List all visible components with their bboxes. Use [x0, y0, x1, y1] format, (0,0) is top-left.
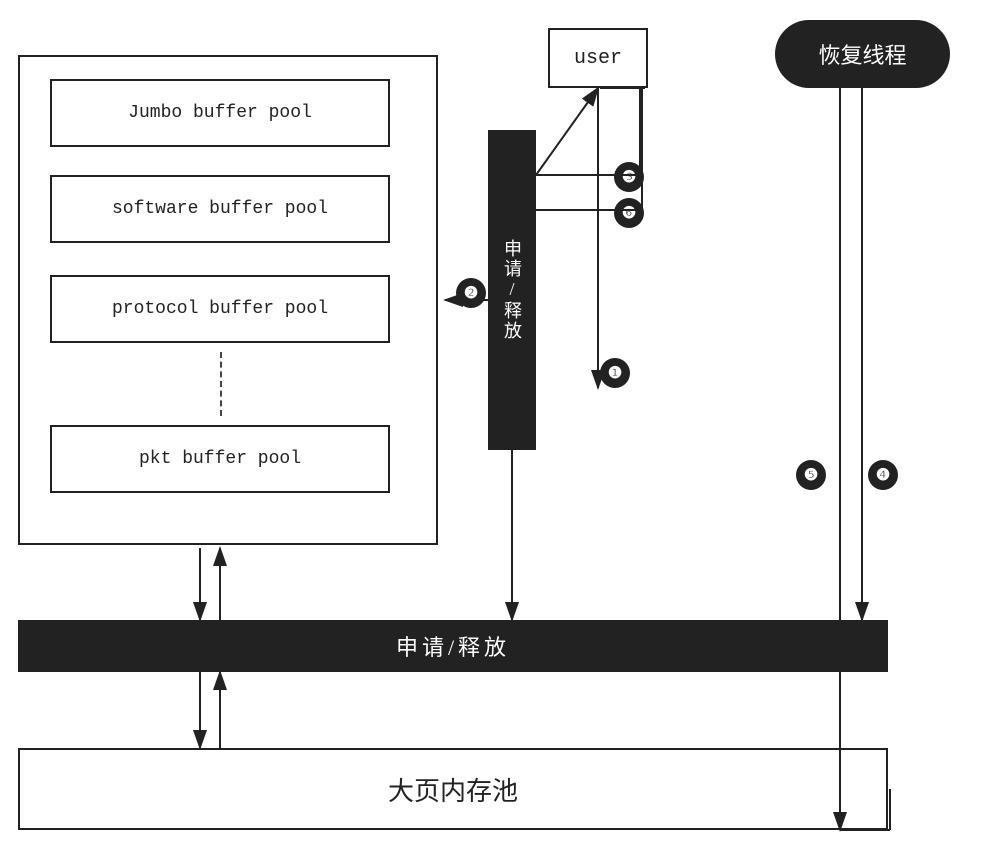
horizontal-申请释放-bar: 申请/释放	[18, 620, 888, 672]
vertical-申请释放-bar: 申请/释放	[488, 130, 536, 450]
recovery-thread-pill: 恢复线程	[775, 20, 950, 88]
user-label: user	[574, 47, 622, 70]
step-6-circle: ❻	[614, 198, 644, 228]
dashed-connector	[220, 352, 222, 416]
protocol-buffer-pool-label: protocol buffer pool	[112, 299, 328, 319]
step-1-circle: ❶	[600, 358, 630, 388]
diagram: Jumbo buffer pool software buffer pool p…	[0, 0, 1000, 861]
memory-pool-label: 大页内存池	[388, 771, 518, 808]
memory-pool-box: 大页内存池	[18, 748, 888, 830]
protocol-buffer-pool-box: protocol buffer pool	[50, 275, 390, 343]
step-2-circle: ❷	[456, 278, 486, 308]
jumbo-buffer-pool-label: Jumbo buffer pool	[128, 103, 312, 123]
vertical-bar-label: 申请/释放	[499, 239, 525, 341]
software-buffer-pool-label: software buffer pool	[112, 199, 328, 219]
pkt-buffer-pool-label: pkt buffer pool	[139, 449, 301, 469]
horizontal-bar-label: 申请/释放	[396, 630, 510, 662]
pkt-buffer-pool-box: pkt buffer pool	[50, 425, 390, 493]
step-3-circle: ❸	[614, 162, 644, 192]
step-5-circle: ❺	[796, 460, 826, 490]
arrow-vbar-to-user	[536, 88, 598, 175]
user-box: user	[548, 28, 648, 88]
jumbo-buffer-pool-box: Jumbo buffer pool	[50, 79, 390, 147]
recovery-thread-label: 恢复线程	[818, 38, 906, 70]
step-4-circle: ❹	[868, 460, 898, 490]
software-buffer-pool-box: software buffer pool	[50, 175, 390, 243]
buffer-pool-group: Jumbo buffer pool software buffer pool p…	[18, 55, 438, 545]
